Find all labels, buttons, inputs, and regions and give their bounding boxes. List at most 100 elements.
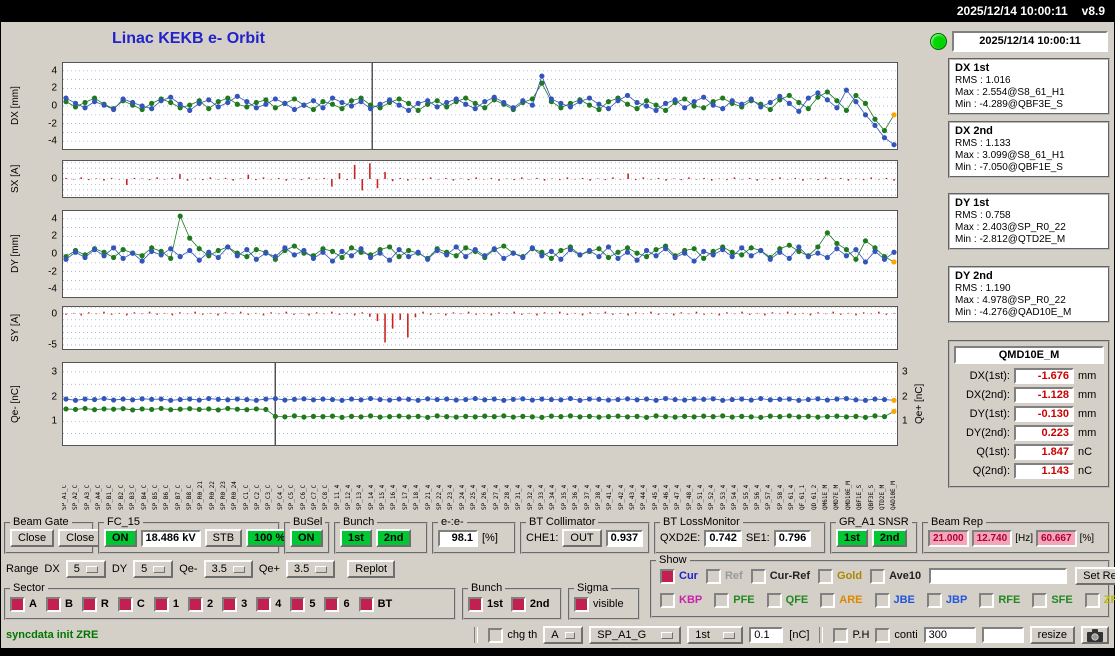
chg-th-checkbox[interactable]: chg th <box>488 628 537 643</box>
beam-gate-close-button-1[interactable]: Close <box>10 529 54 547</box>
checkbox-1[interactable]: 1 <box>154 597 179 612</box>
interval-input[interactable] <box>924 627 976 643</box>
x-axis-label: QF_61_1 <box>800 452 806 510</box>
plot-q-canvas[interactable] <box>62 362 898 449</box>
che1-state-button[interactable]: OUT <box>562 529 601 547</box>
plot-dy: DY [mm] 420-2-4 <box>8 210 938 298</box>
show-option-sfe[interactable]: SFE <box>1032 593 1072 608</box>
show-option-are[interactable]: ARE <box>820 593 862 608</box>
monitor-row: DX(1st):-1.676mm <box>954 368 1104 384</box>
checkbox-2[interactable]: 2 <box>188 597 213 612</box>
range-dy-select[interactable]: 5 <box>133 560 173 578</box>
plot-dy-canvas[interactable] <box>62 210 898 301</box>
show-option-zre[interactable]: ZRE <box>1085 593 1115 608</box>
chart-svg <box>62 62 898 150</box>
x-axis-label: QAD10E_M <box>891 452 897 510</box>
checkbox-5[interactable]: 5 <box>290 597 315 612</box>
fc15-on-button[interactable]: ON <box>104 529 137 547</box>
tick-label: 0 <box>51 249 57 260</box>
show-option-kbp[interactable]: KBP <box>660 593 702 608</box>
ref-name-input[interactable] <box>929 568 1067 584</box>
option-a-select[interactable]: A <box>543 626 583 644</box>
fc15-stb-button[interactable]: STB <box>205 529 242 547</box>
show-option-ave10[interactable]: Ave10 <box>870 569 921 584</box>
group-sigma: Sigma visible <box>568 588 640 620</box>
checkbox-label: BT <box>378 598 393 610</box>
group-show: Show CurRefCur-RefGoldAve10 Set Ref KBPP… <box>650 560 1110 618</box>
x-axis-label: SP_B2_C <box>119 452 125 510</box>
x-axis-label: SP_45_4 <box>653 452 659 510</box>
checkbox-visible[interactable]: visible <box>574 597 624 612</box>
conti-checkbox[interactable]: conti <box>875 628 917 643</box>
range-dx-select[interactable]: 5 <box>66 560 106 578</box>
checkbox-label: Ave10 <box>889 570 921 582</box>
show-option-jbp[interactable]: JBP <box>927 593 967 608</box>
show-option-qfe[interactable]: QFE <box>767 593 809 608</box>
option-1st-select[interactable]: 1st <box>687 626 743 644</box>
show-option-rfe[interactable]: RFE <box>979 593 1020 608</box>
checkbox-indicator <box>660 593 675 608</box>
show-option-cur-ref[interactable]: Cur-Ref <box>751 569 810 584</box>
beam-gate-close-button-2[interactable]: Close <box>58 529 102 547</box>
se1-value: 0.796 <box>774 530 812 547</box>
checkbox-a[interactable]: A <box>10 597 37 612</box>
stat-line: RMS : 1.016 <box>955 75 1103 86</box>
checkbox-label: R <box>101 598 109 610</box>
stat-line: Min : -7.050@QBF1E_S <box>955 162 1103 173</box>
monitor-row-value: 0.223 <box>1014 425 1074 441</box>
checkbox-indicator <box>870 569 885 584</box>
group-bt-lossmonitor: BT LossMonitor QXD2E: 0.742 SE1: 0.796 <box>654 522 826 554</box>
range-qep-select[interactable]: 3.5 <box>286 560 335 578</box>
ph-checkbox[interactable]: P.H <box>833 628 869 643</box>
x-axis-label: SP_27_4 <box>494 452 500 510</box>
checkbox-b[interactable]: B <box>46 597 73 612</box>
plot-q: Qe- [nC] 321 321Qe+ [nC] <box>8 362 938 446</box>
monitor-row: DY(2nd):0.223mm <box>954 425 1104 441</box>
checkbox-3[interactable]: 3 <box>222 597 247 612</box>
snsr-1st-button[interactable]: 1st <box>836 529 868 547</box>
stat-line: Max : 4.978@SP_R0_22 <box>955 295 1103 306</box>
group-label-sector: Sector <box>10 582 48 594</box>
checkbox-bt[interactable]: BT <box>359 597 393 612</box>
checkbox-2nd[interactable]: 2nd <box>511 597 550 612</box>
threshold-input[interactable] <box>749 627 783 643</box>
show-option-cur[interactable]: Cur <box>660 569 698 584</box>
x-axis-label: SP_58_4 <box>778 452 784 510</box>
screenshot-button[interactable] <box>1081 626 1109 644</box>
replot-button[interactable]: Replot <box>347 560 395 578</box>
plot-sy-canvas[interactable] <box>62 306 898 353</box>
busel-on-button[interactable]: ON <box>290 529 323 547</box>
checkbox-c[interactable]: C <box>118 597 145 612</box>
x-axis-label: SP_55_4 <box>744 452 750 510</box>
x-axis-label: SP_16_4 <box>391 452 397 510</box>
range-qem-select[interactable]: 3.5 <box>204 560 253 578</box>
monitor-row-unit: nC <box>1078 465 1092 477</box>
checkbox-indicator <box>714 593 729 608</box>
tick-label: 2 <box>51 83 57 94</box>
checkbox-6[interactable]: 6 <box>324 597 349 612</box>
checkbox-label: PFE <box>733 594 754 606</box>
checkbox-r[interactable]: R <box>82 597 109 612</box>
x-axis-label: SP_A1_C <box>62 452 68 510</box>
blank-input[interactable] <box>982 627 1024 643</box>
set-ref-button[interactable]: Set Ref <box>1075 567 1115 585</box>
bunch-2nd-button[interactable]: 2nd <box>376 529 412 547</box>
show-option-gold[interactable]: Gold <box>818 569 862 584</box>
resize-button[interactable]: resize <box>1030 626 1075 644</box>
beam-rep-percent-unit: [%] <box>1080 533 1094 544</box>
checkbox-4[interactable]: 4 <box>256 597 281 612</box>
show-option-ref[interactable]: Ref <box>706 569 743 584</box>
snsr-2nd-button[interactable]: 2nd <box>872 529 908 547</box>
show-option-jbe[interactable]: JBE <box>875 593 915 608</box>
plot-sx-canvas[interactable] <box>62 160 898 201</box>
checkbox-1st[interactable]: 1st <box>468 597 503 612</box>
show-option-pfe[interactable]: PFE <box>714 593 754 608</box>
monitor-selector[interactable]: QMD10E_M <box>954 346 1104 364</box>
x-axis-label: SP_37_4 <box>585 452 591 510</box>
option-sp-select[interactable]: SP_A1_G <box>589 626 681 644</box>
x-axis-label: SP_13_4 <box>357 452 363 510</box>
bunch-1st-button[interactable]: 1st <box>340 529 372 547</box>
monitor-row-unit: nC <box>1078 446 1092 458</box>
range-dx-label: DX <box>44 563 59 575</box>
plot-dx-canvas[interactable] <box>62 62 898 153</box>
